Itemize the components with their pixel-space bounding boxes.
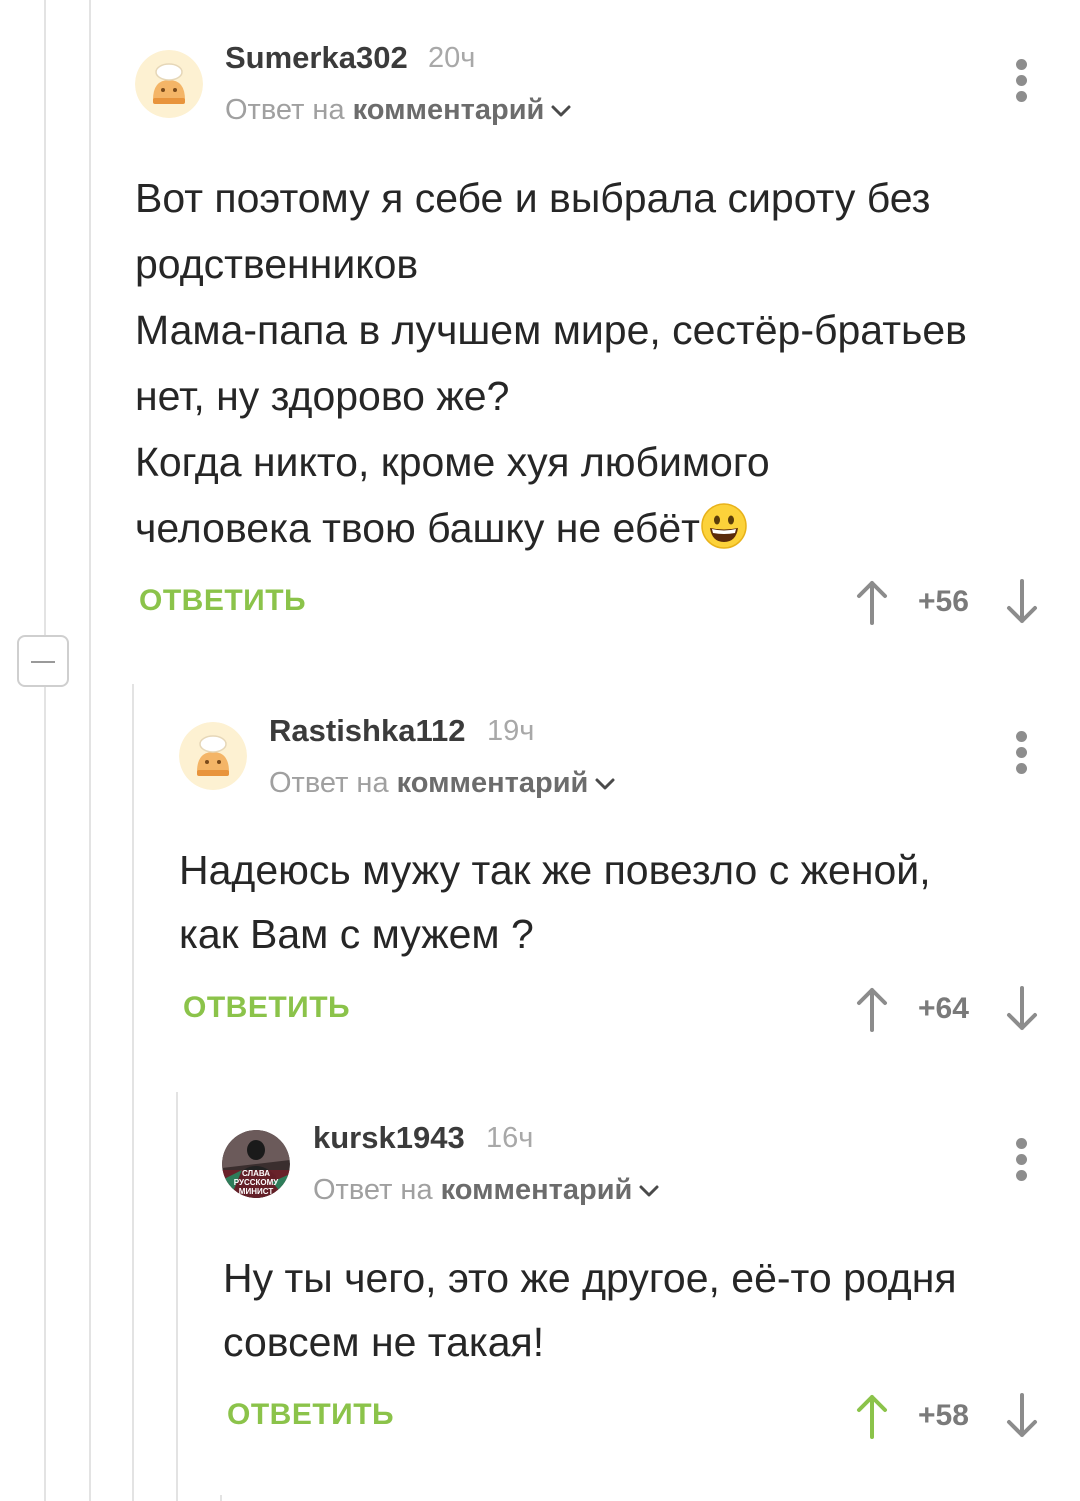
svg-text:РУССКОМУ: РУССКОМУ	[234, 1178, 280, 1187]
chevron-down-icon[interactable]	[638, 1184, 660, 1198]
reply-to: Ответ на комментарий	[313, 1174, 660, 1207]
comment-text: Ну ты чего, это же другое, её-то родня с…	[223, 1255, 957, 1365]
downvote-arrow-icon[interactable]	[1005, 1393, 1039, 1439]
reply-parent-link[interactable]: комментарий	[441, 1174, 633, 1206]
user-photo-avatar: СЛАВА РУССКОМУ МИНИСТ	[222, 1130, 290, 1198]
comment: СЛАВА РУССКОМУ МИНИСТ kursk1943 16ч Отве…	[0, 0, 1080, 1501]
reply-prefix: Ответ на	[313, 1174, 433, 1206]
comment-score: +58	[918, 1399, 969, 1432]
svg-text:СЛАВА: СЛАВА	[242, 1169, 270, 1178]
avatar[interactable]: СЛАВА РУССКОМУ МИНИСТ	[222, 1130, 290, 1198]
more-options-icon[interactable]	[1014, 1138, 1028, 1182]
username[interactable]: kursk1943	[313, 1120, 465, 1156]
comment-time: 16ч	[486, 1122, 534, 1154]
svg-text:МИНИСТ: МИНИСТ	[239, 1187, 274, 1196]
reply-button[interactable]: ОТВЕТИТЬ	[227, 1398, 394, 1432]
upvote-arrow-icon[interactable]	[855, 1393, 889, 1439]
